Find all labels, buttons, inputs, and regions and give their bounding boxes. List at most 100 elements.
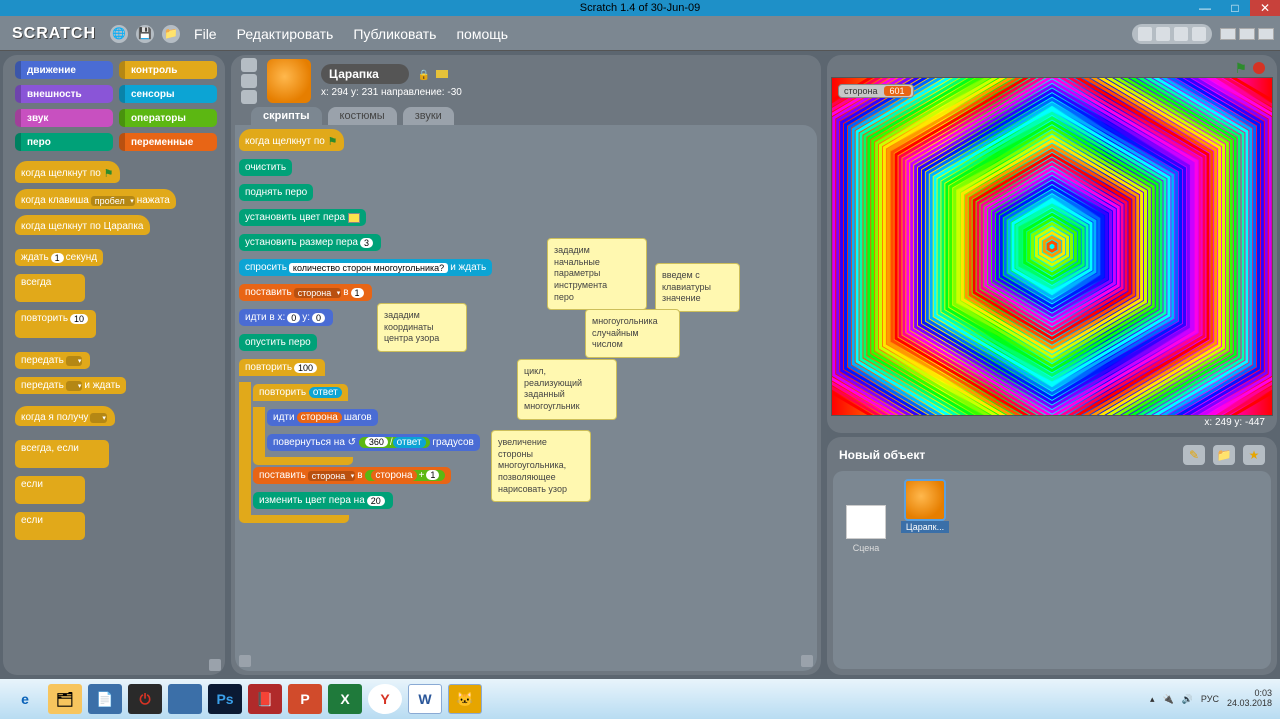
taskbar-app3[interactable]: 📕 — [248, 684, 282, 714]
turn-ccw-icon: ↺ — [348, 437, 356, 448]
scissors-tool[interactable] — [1156, 27, 1170, 41]
taskbar-photoshop[interactable]: Ps — [208, 684, 242, 714]
category-motion[interactable]: движение — [15, 61, 113, 79]
stage-item[interactable]: Сцена — [841, 479, 891, 661]
tray-clock[interactable]: 0:03 24.03.2018 — [1227, 689, 1272, 709]
taskbar-scratch[interactable]: 🐱 — [448, 684, 482, 714]
taskbar-excel[interactable]: X — [328, 684, 362, 714]
taskbar-word[interactable]: W — [408, 684, 442, 714]
close-button[interactable]: ✕ — [1250, 0, 1280, 16]
menu-help[interactable]: помощь — [450, 22, 514, 46]
sprite-rotate-free[interactable] — [241, 58, 257, 72]
block-set-var[interactable]: поставитьсторонав1 — [239, 284, 372, 301]
block-set-var-2[interactable]: поставитьсторонав сторона+1 — [253, 467, 451, 484]
category-control[interactable]: контроль — [119, 61, 217, 79]
category-pen[interactable]: перо — [15, 133, 113, 151]
category-variables[interactable]: переменные — [119, 133, 217, 151]
tray-volume-icon[interactable]: 🔊 — [1182, 694, 1193, 705]
comment-6[interactable]: увеличение стороны многоугольника, позво… — [491, 430, 591, 502]
taskbar-app1[interactable]: 📄 — [88, 684, 122, 714]
variable-monitor[interactable]: сторона 601 — [838, 84, 914, 98]
choose-sprite-file[interactable]: 📁 — [1213, 445, 1235, 465]
block-ask[interactable]: спроситьколичество сторон многоугольника… — [239, 259, 492, 276]
block-when-flag[interactable]: когда щелкнут по ⚑ — [239, 129, 344, 151]
view-presentation[interactable] — [1258, 28, 1274, 40]
category-sound[interactable]: звук — [15, 109, 113, 127]
palette-block-broadcast-wait[interactable]: передать и ждать — [15, 377, 126, 394]
lock-icon[interactable]: 🔒 — [418, 70, 430, 81]
category-sensing[interactable]: сенсоры — [119, 85, 217, 103]
tray-lang[interactable]: РУС — [1201, 694, 1219, 704]
tab-costumes[interactable]: костюмы — [328, 107, 397, 125]
sprite-rotate-lr[interactable] — [241, 74, 257, 88]
comment-2[interactable]: введем с клавиатуры значение — [655, 263, 740, 312]
script-scrollbar-h[interactable] — [239, 655, 251, 667]
sprite-item-1[interactable]: Царапк... — [901, 479, 949, 533]
taskbar-yandex[interactable]: Y — [368, 684, 402, 714]
sprite-rotate-none[interactable] — [241, 90, 257, 104]
minimize-button[interactable]: — — [1190, 0, 1220, 16]
palette-block-forever[interactable]: всегда — [15, 274, 85, 302]
menu-share[interactable]: Публиковать — [347, 22, 442, 46]
flag-icon: ⚑ — [328, 135, 338, 148]
block-change-pen-color[interactable]: изменить цвет пера на20 — [253, 492, 393, 509]
palette-scrollbar[interactable] — [209, 659, 221, 671]
tray-power-icon[interactable]: 🔌 — [1162, 694, 1173, 705]
block-pen-down[interactable]: опустить перо — [239, 334, 317, 351]
taskbar-power[interactable]: ⏻ — [128, 684, 162, 714]
block-set-pen-color[interactable]: установить цвет пера — [239, 209, 366, 226]
sprite-name-field[interactable]: Царапка — [321, 64, 409, 84]
grow-tool[interactable] — [1174, 27, 1188, 41]
block-repeat-inner-foot[interactable] — [253, 457, 353, 465]
tab-scripts[interactable]: скрипты — [251, 107, 322, 125]
category-looks[interactable]: внешность — [15, 85, 113, 103]
palette-block-broadcast[interactable]: передать — [15, 352, 90, 369]
palette-block-when-receive[interactable]: когда я получу — [15, 406, 115, 426]
menu-file[interactable]: File — [188, 22, 223, 46]
taskbar-app2[interactable] — [168, 684, 202, 714]
script-scrollbar-v[interactable] — [801, 655, 813, 667]
palette-block-wait[interactable]: ждать1секунд — [15, 249, 103, 266]
menu-edit[interactable]: Редактировать — [231, 22, 340, 46]
comment-3[interactable]: многоугольника случайным числом — [585, 309, 680, 358]
block-move[interactable]: идтисторонашагов — [267, 409, 378, 426]
view-small[interactable] — [1220, 28, 1236, 40]
comment-4[interactable]: зададим координаты центра узора — [377, 303, 467, 352]
block-goto-xy[interactable]: идти в x:0y:0 — [239, 309, 333, 326]
taskbar-powerpoint[interactable]: P — [288, 684, 322, 714]
palette-block-when-key[interactable]: когда клавишапробелнажата — [15, 189, 176, 209]
script-area[interactable]: когда щелкнут по ⚑ очистить поднять перо… — [235, 125, 817, 671]
block-turn[interactable]: повернуться на ↺ 360/ответ градусов — [267, 434, 480, 451]
block-pen-up[interactable]: поднять перо — [239, 184, 313, 201]
palette-block-when-sprite[interactable]: когда щелкнут по Царапка — [15, 215, 150, 235]
stamp-tool[interactable] — [1138, 27, 1152, 41]
stage[interactable]: сторона 601 — [831, 77, 1273, 416]
palette-block-when-flag[interactable]: когда щелкнут по ⚑ — [15, 161, 120, 183]
palette-block-if-else[interactable]: если — [15, 512, 85, 540]
block-repeat-inner[interactable]: повторить ответ — [253, 384, 348, 401]
save-icon[interactable]: 💾 — [136, 25, 154, 43]
taskbar-ie[interactable]: e — [8, 684, 42, 714]
comment-5[interactable]: цикл, реализующий заданный многоугльник — [517, 359, 617, 420]
view-medium[interactable] — [1239, 28, 1255, 40]
category-operators[interactable]: операторы — [119, 109, 217, 127]
tray-flag-icon[interactable]: ▴ — [1150, 694, 1155, 705]
stop-button[interactable] — [1253, 62, 1265, 74]
block-clear[interactable]: очистить — [239, 159, 292, 176]
globe-icon[interactable]: 🌐 — [110, 25, 128, 43]
tab-sounds[interactable]: звуки — [403, 107, 454, 125]
block-repeat-outer[interactable]: повторить100 — [239, 359, 325, 376]
block-repeat-outer-foot[interactable] — [239, 515, 349, 523]
maximize-button[interactable]: □ — [1220, 0, 1250, 16]
random-sprite[interactable]: ★ — [1243, 445, 1265, 465]
block-set-pen-size[interactable]: установить размер пера3 — [239, 234, 381, 251]
paint-new-sprite[interactable]: ✎ — [1183, 445, 1205, 465]
palette-block-if[interactable]: если — [15, 476, 85, 504]
shrink-tool[interactable] — [1192, 27, 1206, 41]
palette-block-forever-if[interactable]: всегда, если — [15, 440, 109, 468]
palette-block-repeat[interactable]: повторить10 — [15, 310, 96, 338]
open-icon[interactable]: 📁 — [162, 25, 180, 43]
comment-1[interactable]: зададим начальные параметры инструмента … — [547, 238, 647, 310]
green-flag-button[interactable]: ⚑ — [1234, 60, 1247, 77]
taskbar-explorer[interactable]: 🗂 — [48, 684, 82, 714]
